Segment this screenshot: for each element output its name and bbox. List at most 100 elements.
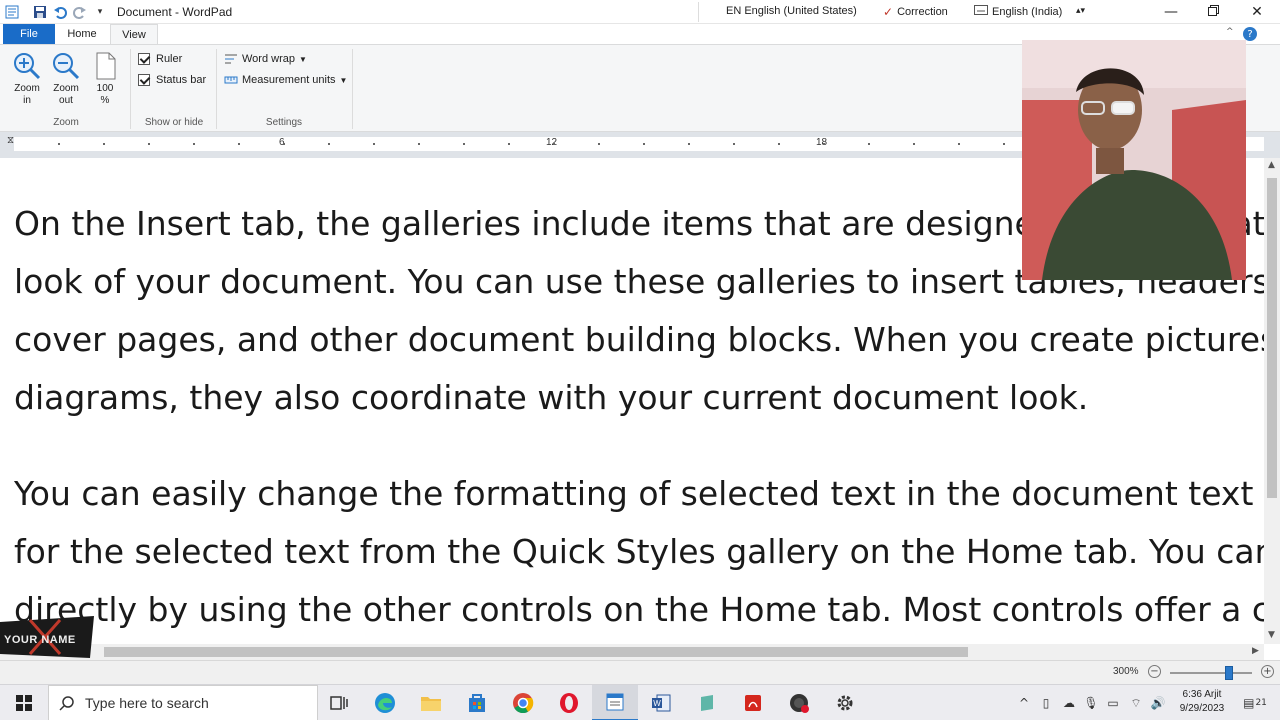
word-wrap-icon [225, 54, 237, 64]
scroll-down-icon[interactable]: ▼ [1268, 630, 1275, 640]
taskbar-opera[interactable] [546, 685, 592, 720]
correction-button[interactable]: ✓ Correction [883, 5, 948, 19]
zoom-in-small-icon[interactable]: + [1261, 665, 1274, 678]
zoom-out-small-icon[interactable]: − [1148, 665, 1161, 678]
show-hidden-icons[interactable]: ^ [1014, 685, 1034, 720]
watermark-text: YOUR NAME [4, 634, 76, 646]
measurement-icon [224, 76, 238, 84]
ruler-checkbox-label: Ruler [156, 53, 183, 65]
page-icon [96, 52, 116, 80]
scroll-right-icon[interactable]: ▶ [1252, 646, 1259, 656]
ruler-tick [553, 143, 555, 145]
ruler-tick [598, 143, 600, 145]
title-bar: ▾ Document - WordPad EN English (United … [0, 0, 1280, 24]
save-icon[interactable] [32, 4, 48, 20]
taskbar-chrome[interactable] [500, 685, 546, 720]
ruler-tick [283, 143, 285, 145]
taskbar-edge[interactable] [362, 685, 408, 720]
wordpad-app-icon[interactable] [4, 4, 20, 20]
horizontal-scroll-thumb[interactable] [104, 647, 968, 657]
taskbar-file-explorer[interactable] [408, 685, 454, 720]
show-hide-group-label: Show or hide [144, 117, 204, 128]
gear-icon [837, 695, 853, 711]
zoom-in-label-2: in [23, 95, 31, 106]
ruler-tick [463, 143, 465, 145]
zoom-out-icon [53, 53, 80, 80]
chevron-down-icon: ▼ [298, 54, 307, 64]
taskbar-word[interactable]: W [638, 685, 684, 720]
redo-icon[interactable] [72, 4, 88, 20]
start-button[interactable] [0, 685, 48, 720]
zoom-in-button[interactable]: Zoom in [10, 51, 44, 107]
notification-center[interactable]: ▤ 21 [1238, 685, 1272, 720]
tab-view[interactable]: View [110, 24, 158, 44]
word-wrap-label: Word wrap [242, 53, 295, 65]
tray-battery[interactable]: ▭ [1102, 685, 1124, 720]
tray-volume[interactable]: 🔊 [1148, 685, 1168, 720]
search-icon [59, 696, 74, 711]
scroll-up-icon[interactable]: ▲ [1268, 160, 1275, 170]
measurement-units-dropdown[interactable]: Measurement units ▼ [224, 74, 347, 86]
zoom-100-button[interactable]: 100 % [88, 51, 122, 107]
taskbar-search[interactable]: Type here to search [48, 685, 318, 720]
close-icon: ✕ [1251, 4, 1263, 20]
tab-file[interactable]: File [3, 24, 55, 44]
clock-date: 9/29/2023 [1179, 703, 1225, 714]
text-line: diagrams, they also coordinate with your… [14, 378, 1089, 417]
customize-qat-icon[interactable]: ▾ [92, 4, 108, 20]
horizontal-scrollbar[interactable]: ▶ [0, 644, 1264, 660]
folder-icon [421, 697, 441, 711]
indent-marker-icon[interactable]: ⧖ [7, 135, 14, 146]
ruler-tick [733, 143, 735, 145]
taskbar-clock[interactable]: 6:36 Arjit 9/29/2023 [1172, 688, 1232, 716]
keyboard-layout[interactable]: English (India) [974, 5, 1062, 18]
lang-bar-options-icon[interactable]: ▴▾ [1076, 5, 1085, 16]
ruler-checkbox[interactable]: Ruler [138, 53, 182, 65]
chrome-icon [513, 693, 534, 714]
zoom-slider-track[interactable] [1170, 672, 1252, 674]
cloud-icon: ☁ [1063, 696, 1075, 710]
minimize-button[interactable]: — [1150, 0, 1192, 24]
zoom-in-icon [14, 53, 41, 80]
close-button[interactable]: ✕ [1236, 0, 1278, 24]
restore-button[interactable] [1192, 0, 1234, 24]
svg-text:W: W [653, 699, 661, 708]
taskbar-recorder[interactable] [776, 685, 822, 720]
tray-network[interactable]: ⌔ [1126, 685, 1146, 720]
zoom-slider-thumb[interactable] [1225, 666, 1234, 680]
tray-onedrive[interactable]: ☁ [1058, 685, 1080, 720]
search-placeholder: Type here to search [85, 695, 209, 711]
acrobat-icon [745, 695, 761, 711]
document-paragraph: You can easily change the formatting of … [14, 465, 1264, 639]
taskbar-notes[interactable] [684, 685, 730, 720]
tray-phone-icon: ▯ [1042, 696, 1050, 710]
vertical-scroll-thumb[interactable] [1267, 178, 1277, 498]
taskbar-wordpad[interactable] [592, 685, 638, 720]
ruler-tick [778, 143, 780, 145]
input-language[interactable]: EN English (United States) [726, 5, 857, 17]
ruler-tick [103, 143, 105, 145]
ruler-tick [1003, 143, 1005, 145]
zoom-level: 300% [1113, 666, 1139, 677]
taskbar-acrobat[interactable] [730, 685, 776, 720]
tab-home[interactable]: Home [58, 24, 106, 44]
undo-icon[interactable] [52, 4, 68, 20]
minimize-icon: — [1164, 4, 1178, 20]
ruler-tick [58, 143, 60, 145]
help-icon[interactable]: ? [1243, 27, 1257, 41]
tray-microphone[interactable]: 🎙 [1082, 685, 1100, 720]
vertical-scrollbar[interactable]: ▲ ▼ [1264, 158, 1280, 644]
tray-app-icon[interactable]: ▯ [1036, 685, 1056, 720]
keyboard-layout-label: English (India) [992, 5, 1063, 18]
zoom-out-label: Zoom [53, 83, 79, 94]
text-line: cover pages, and other document building… [14, 320, 1264, 359]
zoom-out-button[interactable]: Zoom out [49, 51, 83, 107]
taskbar-settings[interactable] [822, 685, 868, 720]
ruler-tick [868, 143, 870, 145]
taskbar-store[interactable] [454, 685, 500, 720]
ruler-tick [148, 143, 150, 145]
task-view-button[interactable] [316, 685, 362, 720]
word-wrap-dropdown[interactable]: Word wrap ▼ [224, 53, 307, 65]
status-bar-checkbox[interactable]: Status bar [138, 74, 206, 86]
minimize-ribbon-icon[interactable]: ^ [1226, 27, 1234, 37]
